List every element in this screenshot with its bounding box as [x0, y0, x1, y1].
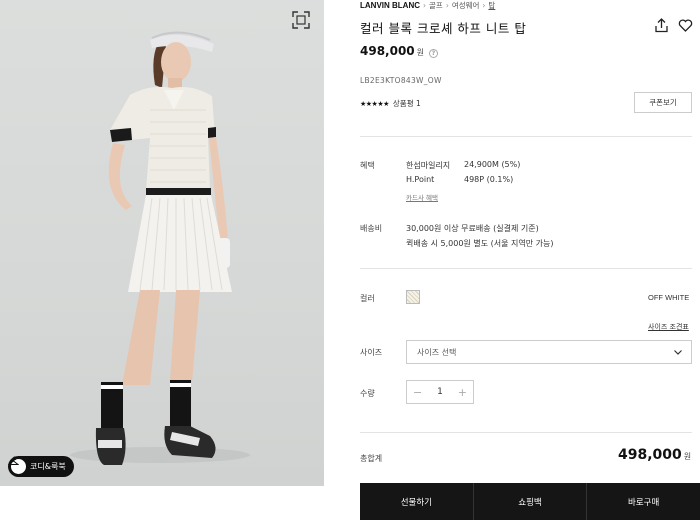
info-icon[interactable]: ? [429, 49, 439, 58]
divider [360, 268, 692, 269]
shopping-bag-button[interactable]: 쇼핑백 [474, 483, 588, 520]
size-guide-link[interactable]: 사이즈 조견표 [648, 322, 689, 332]
shipping-free-text: 30,000원 이상 무료배송 (실결제 기준) [406, 224, 539, 233]
benefit-name: H.Point [406, 175, 435, 184]
divider [360, 136, 692, 137]
coupon-button[interactable]: 쿠폰보기 [634, 92, 692, 113]
breadcrumb-separator: › [423, 1, 426, 10]
share-icon[interactable] [654, 18, 669, 33]
quantity-label: 수량 [360, 389, 375, 398]
product-title: 컬러 블록 크로셰 하프 니트 탑 [360, 21, 527, 36]
breadcrumb: LANVIN BLANC › 골프 › 여성웨어 › 탑 [360, 0, 495, 11]
breadcrumb-item[interactable]: 골프 [429, 0, 443, 11]
heart-icon[interactable] [678, 18, 693, 33]
gift-button[interactable]: 선물하기 [360, 483, 474, 520]
shipping-quick-text: 퀵배송 시 5,000원 별도 (서울 지역만 가능) [406, 239, 554, 248]
rating[interactable]: ★★★★★ 상품평 1 [360, 98, 421, 109]
codi-label: 코디&룩북 [30, 462, 66, 471]
review-count-link[interactable]: 상품평 1 [393, 98, 421, 109]
breadcrumb-item[interactable]: 탑 [488, 0, 495, 11]
codi-lookbook-button[interactable]: 코디&룩북 [8, 456, 74, 477]
breadcrumb-separator: › [445, 1, 449, 10]
rating-stars: ★★★★★ [360, 99, 389, 108]
quantity-stepper: − 1 + [406, 380, 474, 404]
color-label: 컬러 [360, 294, 375, 303]
size-select-value: 사이즈 선택 [417, 347, 457, 357]
color-swatch[interactable] [406, 290, 420, 304]
quantity-increase-button[interactable]: + [458, 386, 467, 399]
model-illustration [70, 31, 250, 465]
total-unit: 원 [683, 452, 692, 461]
buy-now-button[interactable]: 바로구매 [587, 483, 700, 520]
benefit-value: 24,900M (5%) [464, 160, 521, 169]
benefit-value: 498P (0.1%) [464, 175, 514, 184]
expand-icon[interactable] [291, 10, 311, 30]
divider [360, 432, 692, 433]
hanger-icon [8, 456, 26, 474]
price-value: 498,000 [360, 44, 415, 58]
chevron-down-icon [674, 350, 682, 355]
total-price: 498,000 원 [618, 447, 691, 463]
action-bar: 선물하기 쇼핑백 바로구매 [360, 483, 700, 520]
product-price: 498,000 원 ? [360, 44, 439, 58]
breadcrumb-brand[interactable]: LANVIN BLANC [360, 1, 420, 10]
total-value: 498,000 [618, 447, 682, 463]
quantity-decrease-button[interactable]: − [413, 386, 422, 399]
product-code: LB2E3KTO843W_OW [360, 76, 442, 85]
product-image[interactable]: 코디&룩북 [0, 0, 324, 486]
benefit-name: 한섬마일리지 [406, 161, 451, 170]
product-info-panel: LANVIN BLANC › 골프 › 여성웨어 › 탑 컬러 블록 크로셰 하… [360, 0, 700, 520]
breadcrumb-separator: › [482, 1, 486, 10]
quantity-value[interactable]: 1 [437, 387, 443, 397]
shipping-label: 배송비 [360, 224, 383, 233]
total-label: 총합계 [360, 454, 383, 463]
price-unit: 원 [416, 48, 425, 57]
benefits-label: 혜택 [360, 161, 375, 170]
size-select[interactable]: 사이즈 선택 [406, 340, 692, 364]
color-name: OFF WHITE [648, 293, 690, 302]
size-label: 사이즈 [360, 348, 383, 357]
breadcrumb-item[interactable]: 여성웨어 [452, 0, 480, 11]
card-benefit-link[interactable]: 카드사 혜택 [406, 192, 438, 202]
